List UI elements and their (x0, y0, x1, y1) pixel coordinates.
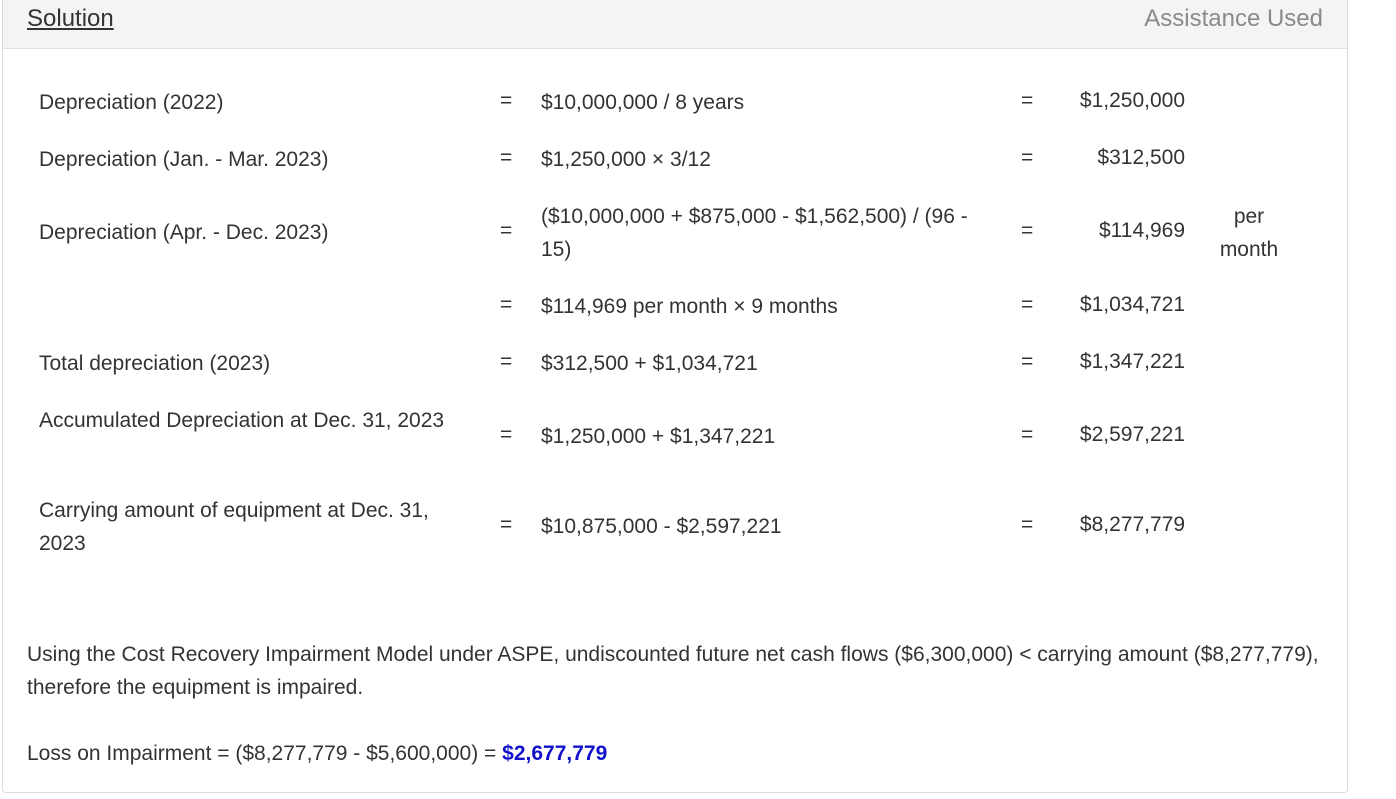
row-label: Carrying amount of equipment at Dec. 31,… (39, 499, 429, 555)
equals-sign: = (500, 423, 513, 446)
row-expression: $1,250,000 + $1,347,221 (541, 425, 776, 448)
row-result: $8,277,779 (1079, 513, 1185, 536)
solution-panel: Solution Assistance Used Depreciation (2… (2, 0, 1348, 793)
row-result: $114,969 (1098, 219, 1185, 242)
row-label: Depreciation (Jan. - Mar. 2023) (39, 148, 329, 171)
row-expression: ($10,000,000 + $875,000 - $1,562,500) / … (541, 205, 968, 261)
equals-sign: = (500, 219, 513, 242)
assistance-used-link[interactable]: Assistance Used (1144, 5, 1323, 33)
loss-value: $2,677,779 (502, 742, 608, 765)
equals-sign: = (500, 293, 513, 316)
loss-on-impairment: Loss on Impairment = ($8,277,779 - $5,60… (27, 737, 1337, 770)
equals-sign: = (500, 89, 513, 112)
equals-sign: = (1021, 89, 1034, 112)
row-unit: per month (1219, 205, 1279, 261)
conclusion-text: Using the Cost Recovery Impairment Model… (27, 643, 1319, 699)
equals-sign: = (1021, 423, 1034, 446)
panel-header: Solution Assistance Used (3, 0, 1347, 49)
row-expression: $312,500 + $1,034,721 (541, 352, 758, 375)
equals-sign: = (500, 146, 513, 169)
row-result: $1,250,000 (1079, 89, 1185, 112)
solution-tab[interactable]: Solution (27, 5, 114, 33)
loss-formula: Loss on Impairment = ($8,277,779 - $5,60… (27, 742, 503, 765)
equals-sign: = (500, 350, 513, 373)
row-result: $1,034,721 (1079, 293, 1185, 316)
row-label: Accumulated Depreciation at Dec. 31, 202… (39, 409, 445, 432)
row-label: Total depreciation (2023) (39, 352, 271, 375)
row-result: $312,500 (1097, 146, 1185, 169)
row-expression: $10,875,000 - $2,597,221 (541, 515, 782, 538)
row-label: Depreciation (2022) (39, 91, 224, 114)
equals-sign: = (1021, 513, 1034, 536)
row-expression: $1,250,000 × 3/12 (541, 148, 711, 171)
row-result: $2,597,221 (1079, 423, 1185, 446)
equals-sign: = (500, 513, 513, 536)
row-expression: $10,000,000 / 8 years (541, 91, 745, 114)
equals-sign: = (1021, 219, 1034, 242)
row-label: Depreciation (Apr. - Dec. 2023) (39, 221, 329, 244)
row-result: $1,347,221 (1079, 350, 1185, 373)
equals-sign: = (1021, 293, 1034, 316)
row-expression: $114,969 per month × 9 months (541, 295, 838, 318)
equals-sign: = (1021, 350, 1034, 373)
equals-sign: = (1021, 146, 1034, 169)
